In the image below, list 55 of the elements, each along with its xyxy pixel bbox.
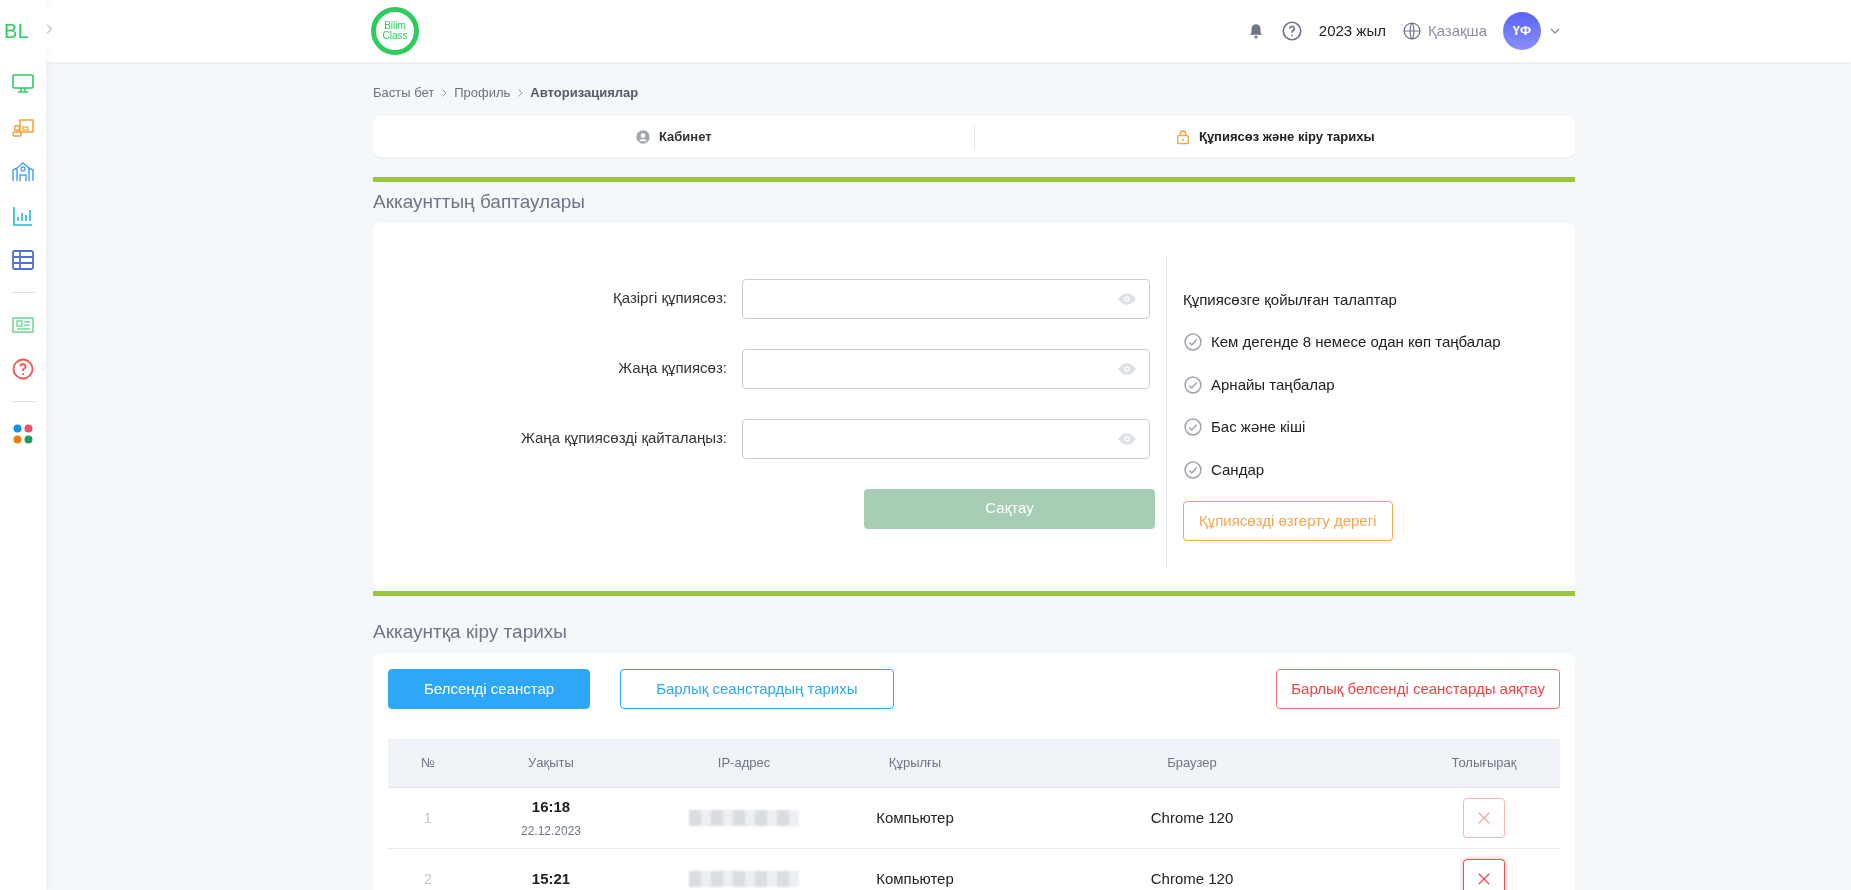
breadcrumb-link[interactable]: Басты бет bbox=[373, 83, 435, 103]
table-cell-text: 1 bbox=[423, 808, 433, 828]
tab[interactable]: Белсенді сеанстар bbox=[388, 669, 591, 709]
field-label: Жаңа құпиясөзді қайталаңыз: bbox=[520, 428, 728, 449]
end-session-button[interactable] bbox=[1463, 859, 1505, 890]
building-icon bbox=[11, 160, 35, 184]
section-title: Аккаунтқа кіру тарихы bbox=[373, 619, 568, 644]
requirement-text: Арнайы таңбалар bbox=[1211, 374, 1335, 395]
section-title: Аккаунттың баптаулары bbox=[373, 190, 586, 214]
table-icon bbox=[11, 248, 35, 272]
column-header: Уақыты bbox=[527, 754, 575, 773]
table-cell-text: Компьютер bbox=[875, 868, 955, 889]
column-header: IP-адрес bbox=[716, 754, 772, 773]
password-field[interactable] bbox=[742, 418, 1150, 459]
password-change-date-button[interactable]: Құпиясөзді өзгерту дерегі bbox=[1183, 501, 1393, 541]
year-selector[interactable]: 2023 жыл bbox=[1318, 19, 1386, 43]
requirement-text: Кем дегенде 8 немесе одан көп таңбалар bbox=[1211, 332, 1501, 352]
end-session-button[interactable] bbox=[1463, 798, 1505, 838]
table-cell-text: Chrome 120 bbox=[1149, 807, 1235, 828]
column-header: Құрылғы bbox=[887, 754, 943, 773]
column-header: № bbox=[420, 754, 436, 773]
date-text: 22.12.2023 bbox=[520, 823, 582, 841]
end-all-sessions-button[interactable]: Барлық белсенді сеанстарды аяқтау bbox=[1276, 669, 1560, 709]
brand-logo[interactable]: BL bbox=[4, 16, 30, 46]
table-cell-text: Chrome 120 bbox=[1149, 868, 1235, 889]
table-cell-text: 2 bbox=[423, 869, 433, 889]
time-text: 15:21 bbox=[531, 868, 571, 889]
help-icon bbox=[1280, 20, 1303, 42]
user-icon bbox=[634, 128, 651, 145]
tab[interactable]: Құпиясөз және кіру тарихы bbox=[974, 116, 1575, 157]
lock-icon bbox=[1174, 128, 1191, 145]
field-label: Қазіргі құпиясөз: bbox=[612, 288, 728, 309]
bilimclass-logo[interactable]: Bilim Class bbox=[371, 7, 419, 55]
requirement-text: Сандар bbox=[1211, 459, 1265, 480]
help-icon bbox=[11, 357, 35, 381]
column-header: Браузер bbox=[1166, 754, 1218, 773]
breadcrumb-link[interactable]: Авторизациялар bbox=[530, 83, 639, 103]
time-text: 16:18 bbox=[531, 796, 571, 817]
language-selector[interactable]: Қазақша bbox=[1427, 19, 1487, 43]
user-avatar[interactable]: ҮФ bbox=[1503, 12, 1541, 50]
password-field[interactable] bbox=[742, 348, 1150, 389]
tab[interactable]: Барлық сеанстардың тарихы bbox=[620, 669, 894, 709]
field-label: Жаңа құпиясөз: bbox=[617, 358, 728, 379]
globe-icon bbox=[1401, 21, 1422, 41]
password-field[interactable] bbox=[742, 278, 1150, 319]
apps-icon bbox=[11, 422, 35, 446]
bar-chart-icon bbox=[11, 204, 35, 228]
breadcrumb-link[interactable]: Профиль bbox=[454, 83, 511, 103]
requirements-title: Құпиясөзге қойылған талаптар bbox=[1183, 289, 1398, 310]
table-cell-text: Компьютер bbox=[875, 807, 955, 828]
monitor-icon bbox=[11, 72, 35, 96]
tab[interactable]: Кабинет bbox=[373, 116, 974, 157]
requirement-text: Бас және кіші bbox=[1211, 417, 1306, 437]
column-header: Толығырақ bbox=[1450, 754, 1518, 773]
teacher-icon bbox=[11, 116, 35, 140]
